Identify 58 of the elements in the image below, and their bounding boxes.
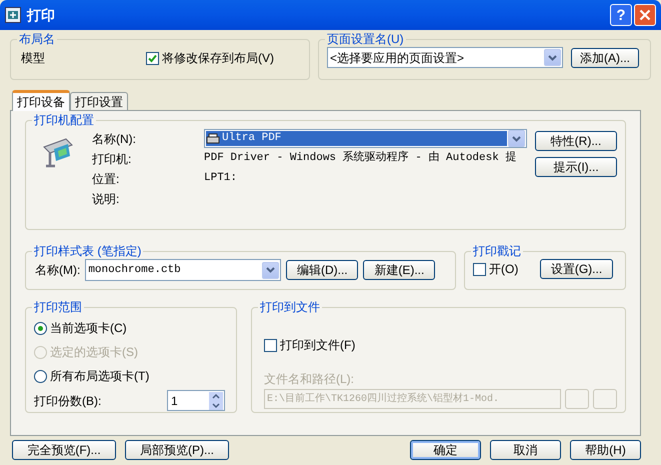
checkbox-label: 打印到文件(F)	[280, 337, 356, 354]
group-title: 打印戳记	[472, 244, 522, 258]
field-label: 名称(M):	[35, 262, 80, 279]
app-icon	[5, 7, 21, 23]
preview-button[interactable]: 完全预览(F)...	[12, 440, 116, 460]
tab[interactable]: 打印设置	[70, 92, 128, 110]
printer-button[interactable]: 特性(R)...	[535, 131, 617, 151]
close-icon	[639, 9, 651, 21]
field-label: 名称(N):	[92, 130, 137, 148]
dropdown-button[interactable]	[508, 130, 525, 147]
field-value: LPT1:	[204, 171, 238, 186]
caret-icon	[512, 136, 521, 142]
add-button[interactable]: 添加(A)...	[571, 48, 639, 68]
radio-button[interactable]	[34, 370, 47, 382]
group-title: 布局名	[18, 32, 56, 46]
radio-label: 所有布局选项卡(T)	[50, 368, 150, 385]
dialog-button[interactable]: 取消	[490, 440, 561, 460]
help-button[interactable]: ?	[610, 4, 632, 26]
dropdown-button[interactable]	[262, 262, 280, 278]
dialog-button[interactable]: 确定	[410, 440, 481, 460]
caret-icon	[266, 267, 276, 273]
style-button[interactable]: 编辑(D)...	[286, 260, 358, 280]
group-title: 打印到文件	[259, 300, 321, 314]
caret-icon	[548, 54, 557, 60]
radio-label: 选定的选项卡(S)	[50, 344, 138, 361]
plot-style-select[interactable]: monochrome.ctb	[85, 259, 282, 281]
close-button[interactable]	[634, 4, 656, 26]
radio-button[interactable]	[34, 322, 47, 334]
window-title: 打印	[27, 6, 55, 24]
field-label: 文件名和路径(L):	[264, 371, 355, 388]
checkbox-label: 将修改保存到布局(V)	[162, 50, 274, 67]
checkbox[interactable]	[473, 262, 486, 276]
group-title: 打印样式表 (笔指定)	[33, 244, 142, 258]
radio-label: 当前选项卡(C)	[50, 320, 127, 337]
style-button[interactable]: 新建(E)...	[363, 260, 436, 280]
field-label: 说明:	[92, 190, 120, 208]
dropdown-button[interactable]	[544, 49, 561, 66]
group-title: 打印范围	[33, 300, 83, 314]
group-title: 页面设置名(U)	[326, 32, 405, 46]
printer-select[interactable]: Ultra PDF	[204, 129, 527, 148]
group-title: 打印机配置	[33, 113, 95, 127]
field-label: 位置:	[92, 170, 120, 188]
field-label: 打印机:	[92, 150, 132, 168]
tab[interactable]: 打印设备	[12, 90, 70, 111]
copies-spinner[interactable]: 1	[167, 390, 225, 411]
printer-icon	[206, 132, 220, 144]
plotter-icon	[42, 137, 74, 169]
spin-up-icon[interactable]	[209, 392, 223, 400]
preview-button[interactable]: 局部预览(P)...	[125, 440, 229, 460]
page-setup-select[interactable]: <选择要应用的页面设置>	[327, 47, 563, 68]
checkbox-label: 开(O)	[489, 261, 518, 278]
checkbox[interactable]	[146, 52, 159, 64]
dialog-button[interactable]: 帮助(H)	[570, 440, 641, 460]
field-value: PDF Driver - Windows 系统驱动程序 - 由 Autodesk 提	[204, 150, 516, 166]
field-label: 打印份数(B):	[34, 392, 102, 410]
stamp-settings-button[interactable]: 设置(G)...	[540, 259, 613, 279]
printer-button[interactable]: 提示(I)...	[535, 157, 617, 177]
layout-name: 模型	[21, 50, 46, 67]
